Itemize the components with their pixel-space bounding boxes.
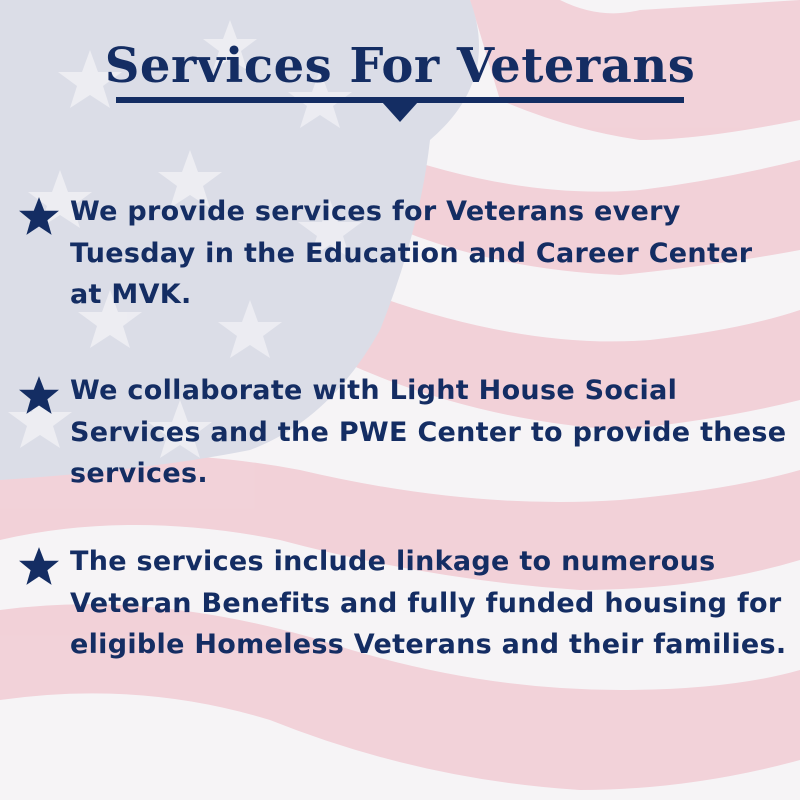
title-underline <box>116 97 684 122</box>
list-item-text: The services include linkage to numerous… <box>70 546 787 660</box>
star-icon <box>19 547 59 585</box>
list-item-text: We provide services for Veterans every T… <box>70 196 753 310</box>
star-icon <box>19 376 59 414</box>
star-icon <box>19 197 59 235</box>
list-item-text: We collaborate with Light House Social S… <box>70 375 787 489</box>
flyer: Services For Veterans We provide service… <box>0 0 800 800</box>
page-title: Services For Veterans <box>104 38 696 94</box>
